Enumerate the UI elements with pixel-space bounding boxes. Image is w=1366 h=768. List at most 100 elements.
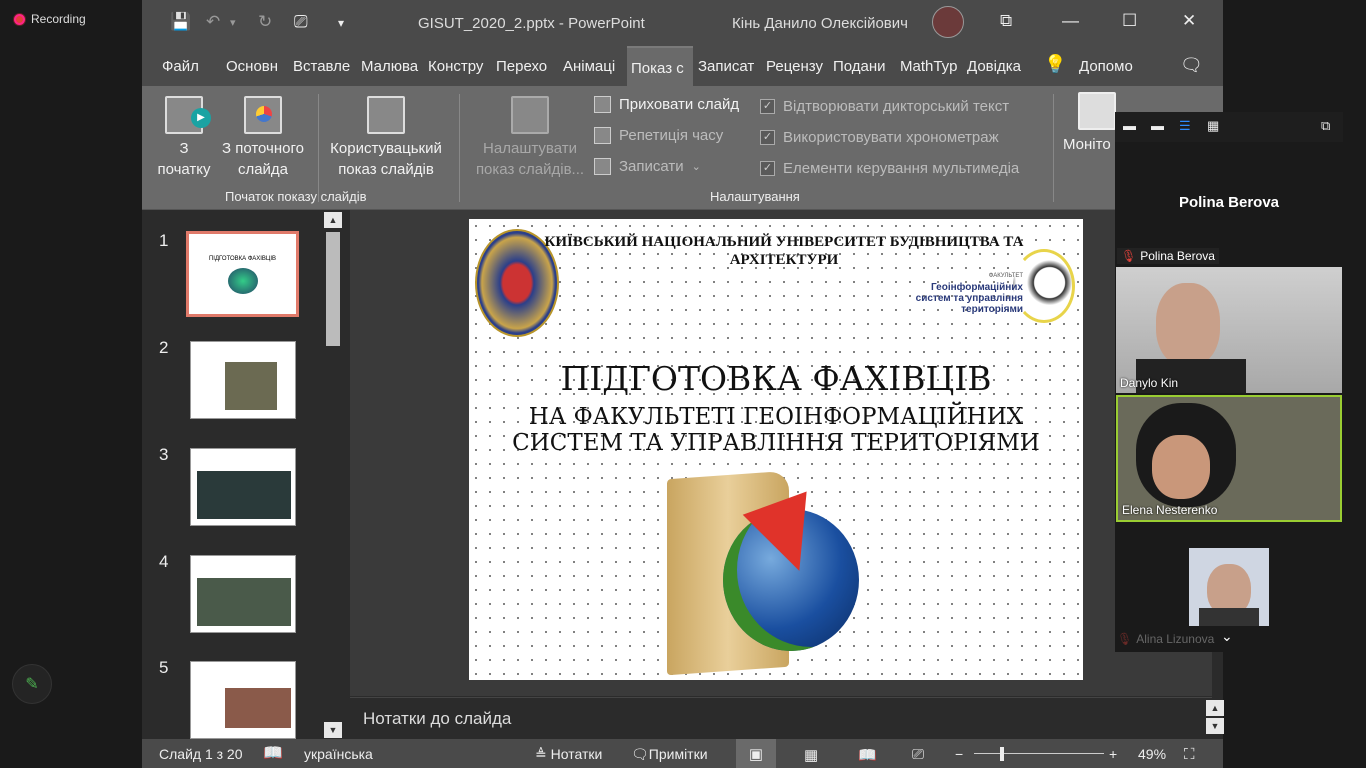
tab-draw[interactable]: Малюва — [361, 58, 420, 75]
thumbnail-view-icon[interactable]: ▬ — [1151, 118, 1164, 133]
tab-view[interactable]: Подани — [833, 58, 893, 75]
participant-video-elena[interactable]: Elena Nesterenko — [1116, 395, 1342, 522]
scroll-up-icon[interactable]: ▲ — [1206, 700, 1224, 716]
slide-thumbnail-4[interactable] — [190, 555, 296, 633]
chevron-down-icon[interactable]: ⌄ — [1221, 628, 1233, 645]
undo-icon[interactable]: ↶ — [206, 12, 220, 32]
participant-name: Alina Lizunova — [1136, 632, 1215, 646]
scroll-down-icon[interactable]: ▼ — [1206, 718, 1224, 734]
custom-show-button[interactable]: Користувацький показ слайдів — [322, 96, 450, 180]
slide-thumbnail-1[interactable]: ПІДГОТОВКА ФАХІВЦІВ — [186, 231, 299, 317]
language-indicator[interactable]: українська — [304, 746, 373, 762]
tab-design[interactable]: Констру — [428, 58, 488, 75]
tab-help[interactable]: Довідка — [967, 58, 1027, 75]
undo-dropdown-icon[interactable]: ▾ — [230, 16, 236, 29]
tab-insert[interactable]: Вставле — [293, 58, 353, 75]
save-icon[interactable]: 💾 — [170, 12, 191, 32]
notes-toggle-button[interactable]: ≜ Нотатки — [535, 746, 602, 763]
participant-video-danylo[interactable]: Danylo Kin — [1116, 267, 1342, 393]
maximize-icon[interactable]: ☐ — [1122, 11, 1137, 31]
participant-name: Elena Nesterenko — [1122, 503, 1218, 517]
slide-sorter-icon[interactable]: ▦ — [804, 746, 818, 764]
tell-me-search[interactable]: Допомо — [1079, 58, 1145, 75]
reading-view-icon[interactable]: 📖 — [858, 746, 877, 764]
zoom-out-icon[interactable]: − — [955, 746, 963, 762]
zoom-in-icon[interactable]: + — [1109, 746, 1117, 762]
custom-show-label: Користувацький показ слайдів — [330, 140, 442, 178]
thumb-number: 2 — [159, 338, 169, 357]
exit-fullscreen-icon[interactable]: ⧉ — [1321, 118, 1330, 134]
redo-icon[interactable]: ↻ — [258, 12, 272, 32]
current-slide[interactable]: КИЇВСЬКИЙ НАЦІОНАЛЬНИЙ УНІВЕРСИТЕТ БУДІВ… — [469, 219, 1083, 680]
notes-icon: ≜ — [535, 746, 551, 762]
participant-label: Danylo Kin — [1120, 376, 1178, 390]
customize-toolbar-icon[interactable]: ▾ — [338, 16, 344, 30]
tab-animations[interactable]: Анімаці — [563, 58, 623, 75]
account-name[interactable]: Кінь Данило Олексійович — [732, 15, 908, 32]
thumbnail-scrollbar[interactable]: ▲ ▼ — [324, 212, 342, 738]
comment-icon: 🗨 — [631, 746, 649, 762]
tab-transitions[interactable]: Перехо — [496, 58, 555, 75]
slide-thumbnail-5[interactable] — [190, 661, 296, 739]
hide-slide-button[interactable]: Приховати слайд — [594, 96, 739, 113]
avatar[interactable] — [932, 6, 964, 38]
rehearse-icon — [594, 127, 611, 144]
setup-show-button[interactable]: Налаштувати показ слайдів... — [468, 96, 592, 180]
play-narration-checkbox[interactable]: ✓ Відтворювати дикторський текст — [760, 98, 1009, 115]
tab-slideshow[interactable]: Показ с — [627, 46, 693, 86]
present-icon[interactable]: ⎚ — [294, 12, 308, 32]
notes-placeholder[interactable]: Нотатки до слайда — [363, 709, 511, 729]
minimize-icon[interactable]: ▬ — [1123, 118, 1136, 133]
hide-slide-icon — [594, 96, 611, 113]
notes-pane[interactable]: Нотатки до слайда ▲ ▼ — [350, 697, 1224, 739]
tab-record[interactable]: Записат — [698, 58, 758, 75]
ribbon-display-icon[interactable]: ⧉ — [1000, 11, 1012, 31]
fit-to-window-icon[interactable]: ⛶ — [1184, 746, 1195, 763]
scrollbar-thumb[interactable] — [326, 232, 340, 346]
participant-name: Danylo Kin — [1120, 376, 1179, 390]
participant-label: Elena Nesterenko — [1122, 503, 1217, 517]
setup-show-label: Налаштувати показ слайдів... — [475, 140, 585, 178]
recording-label: Recording — [31, 12, 86, 26]
tab-mathtype[interactable]: MathTyp — [900, 58, 960, 75]
normal-view-icon[interactable]: ▣ — [736, 739, 776, 768]
slide-editing-area: КИЇВСЬКИЙ НАЦІОНАЛЬНИЙ УНІВЕРСИТЕТ БУДІВ… — [350, 210, 1212, 696]
notes-scrollbar[interactable]: ▲ ▼ — [1206, 700, 1224, 734]
from-start-button[interactable]: ▶ З початку — [152, 96, 216, 180]
scroll-down-icon[interactable]: ▼ — [324, 722, 342, 738]
university-name: КИЇВСЬКИЙ НАЦІОНАЛЬНИЙ УНІВЕРСИТЕТ БУДІВ… — [544, 234, 1024, 268]
minimize-icon[interactable]: — — [1062, 11, 1079, 31]
zoom-level[interactable]: 49% — [1138, 746, 1166, 762]
lightbulb-icon[interactable]: 💡 — [1044, 54, 1066, 75]
slide-subtitle: НА ФАКУЛЬТЕТІ ГЕОІНФОРМАЦІЙНИХ СИСТЕМ ТА … — [469, 404, 1083, 456]
slide-thumbnail-3[interactable] — [190, 448, 296, 526]
zoom-slider-thumb[interactable] — [1000, 747, 1004, 761]
gallery-view-icon[interactable]: ▦ — [1207, 118, 1219, 134]
zoom-slider-track[interactable] — [974, 753, 1104, 754]
tab-review[interactable]: Рецензу — [766, 58, 826, 75]
comments-icon[interactable]: 🗨 — [1180, 55, 1203, 76]
tab-file[interactable]: Файл — [162, 58, 204, 75]
comments-toggle-button[interactable]: 🗨Примітки — [631, 746, 708, 763]
notes-toggle-label: Нотатки — [550, 746, 603, 762]
annotate-pen-button[interactable]: ✎ — [12, 664, 52, 704]
media-controls-checkbox[interactable]: ✓ Елементи керування мультимедіа — [760, 160, 1019, 177]
rehearse-timings-button[interactable]: Репетиція часу — [594, 127, 723, 144]
comments-toggle-label: Примітки — [648, 746, 708, 762]
speaker-view-icon[interactable]: ☰ — [1179, 118, 1191, 134]
thumb-number: 4 — [159, 552, 169, 571]
close-icon[interactable]: ✕ — [1182, 11, 1196, 31]
use-timings-checkbox[interactable]: ✓ Використовувати хронометраж — [760, 129, 999, 146]
scroll-up-icon[interactable]: ▲ — [324, 212, 342, 228]
record-button[interactable]: Записати ⌄ — [594, 158, 701, 175]
participant-face — [1152, 435, 1210, 499]
slide-thumbnail-2[interactable] — [190, 341, 296, 419]
accessibility-icon[interactable]: 📖 — [263, 743, 283, 763]
hide-slide-label: Приховати слайд — [619, 96, 740, 113]
from-current-button[interactable]: З поточного слайда — [214, 96, 312, 180]
recording-indicator[interactable]: Recording — [14, 12, 86, 26]
powerpoint-window: 💾 ↶ ▾ ↻ ⎚ ▾ GISUT_2020_2.pptx - PowerPoi… — [142, 0, 1224, 768]
slideshow-view-icon[interactable]: ⎚ — [912, 746, 924, 763]
participant-video-alina[interactable] — [1189, 548, 1269, 626]
tab-home[interactable]: Основн — [226, 58, 286, 75]
